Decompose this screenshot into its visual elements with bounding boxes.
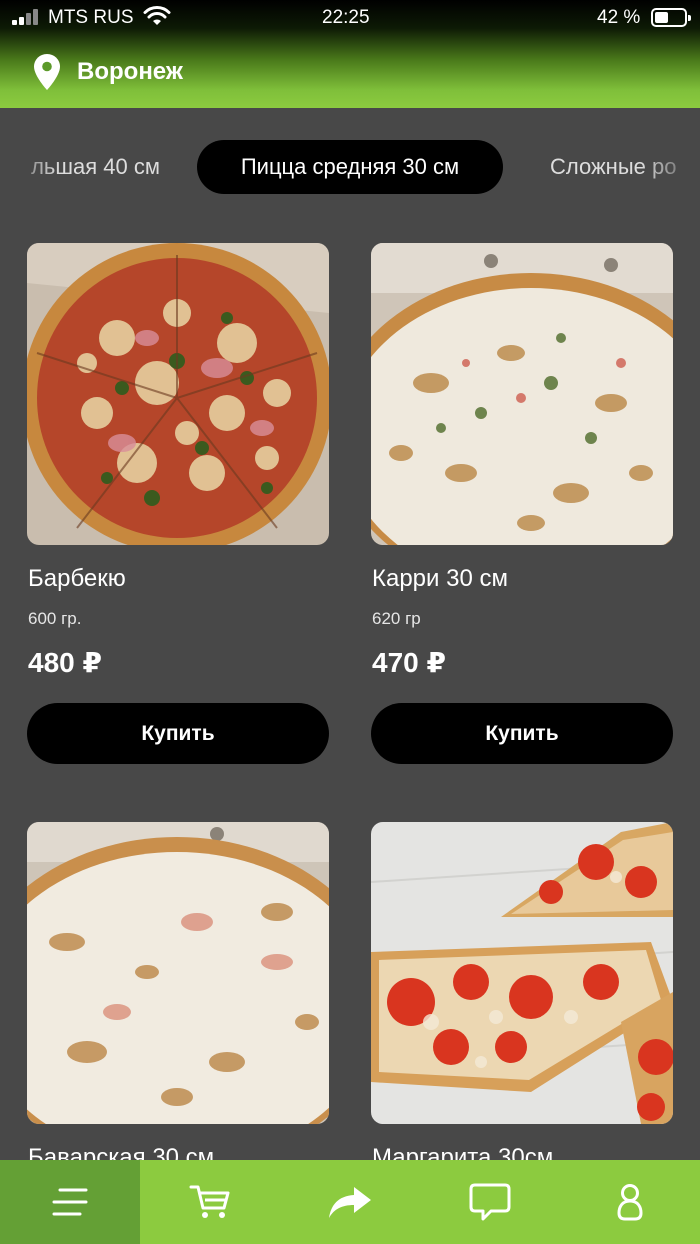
menu-icon xyxy=(52,1188,88,1216)
product-price: 480 ₽ xyxy=(28,647,102,678)
city-name: Воронеж xyxy=(77,58,183,85)
nav-menu[interactable] xyxy=(0,1160,140,1244)
bottom-nav xyxy=(0,1160,700,1244)
nav-profile[interactable] xyxy=(560,1160,700,1244)
carrier-name: MTS RUS xyxy=(48,7,134,28)
product-weight: 600 гр. xyxy=(28,609,82,628)
tabs-fade-left xyxy=(0,140,60,196)
nav-share[interactable] xyxy=(280,1160,420,1244)
product-name: Маргарита 30см xyxy=(372,1144,554,1160)
location-pin-icon xyxy=(34,54,60,90)
cart-icon xyxy=(189,1185,230,1218)
nav-cart[interactable] xyxy=(140,1160,280,1244)
product-name: Барбекю xyxy=(28,565,126,592)
battery-percent: 42 % xyxy=(597,7,641,28)
product-card[interactable]: Баварская 30 см xyxy=(27,822,329,1160)
pizza-bbq-image[interactable] xyxy=(27,243,329,545)
wifi-icon xyxy=(143,6,171,25)
product-card[interactable]: Барбекю 600 гр. 480 ₽ Купить xyxy=(27,243,329,764)
chat-icon xyxy=(469,1183,511,1221)
pizza-curry-image[interactable] xyxy=(371,243,673,545)
cellular-signal-icon xyxy=(12,9,42,25)
tab-pizza-medium[interactable]: Пицца средняя 30 см xyxy=(197,140,503,194)
product-price: 470 ₽ xyxy=(372,647,446,678)
battery-icon xyxy=(651,8,691,27)
product-weight: 620 гр xyxy=(372,609,421,628)
product-name: Карри 30 см xyxy=(372,565,508,592)
category-tabs: льшая 40 см Пицца средняя 30 см Сложные … xyxy=(0,140,700,196)
tabs-fade-right xyxy=(640,140,700,196)
product-card[interactable]: Маргарита 30см xyxy=(371,822,673,1160)
buy-button[interactable]: Купить xyxy=(371,703,673,764)
clock: 22:25 xyxy=(322,7,370,28)
buy-button[interactable]: Купить xyxy=(27,703,329,764)
product-name: Баварская 30 см xyxy=(28,1144,215,1160)
share-icon xyxy=(329,1187,371,1218)
pizza-margarita-image[interactable] xyxy=(371,822,673,1124)
app-header: MTS RUS 22:25 42 % Воронеж xyxy=(0,0,700,108)
profile-icon xyxy=(617,1184,643,1221)
product-card[interactable]: Карри 30 см 620 гр 470 ₽ Купить xyxy=(371,243,673,764)
pizza-bavarian-image[interactable] xyxy=(27,822,329,1124)
status-bar: MTS RUS 22:25 42 % xyxy=(0,0,700,38)
nav-chat[interactable] xyxy=(420,1160,560,1244)
